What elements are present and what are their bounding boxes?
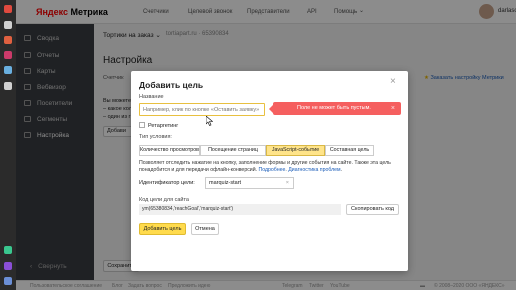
tab-page-visit[interactable]: Посещение страниц — [200, 145, 266, 156]
goal-name-input[interactable] — [139, 103, 265, 116]
browser-sidebar — [0, 0, 16, 290]
browser-app-icon[interactable] — [4, 36, 12, 44]
tab-javascript-event[interactable]: JavaScript-событие — [266, 145, 325, 156]
checkbox-icon — [139, 122, 145, 128]
add-goal-submit-button[interactable]: Добавить цель — [139, 223, 186, 235]
browser-app-icon[interactable] — [4, 277, 12, 285]
clear-icon[interactable]: × — [286, 178, 289, 188]
tooltip-arrow — [269, 105, 273, 113]
browser-app-icon[interactable] — [4, 82, 12, 90]
browser-app-icon[interactable] — [4, 246, 12, 254]
mouse-cursor-icon — [206, 116, 213, 126]
copy-code-button[interactable]: Скопировать код — [346, 204, 399, 215]
close-icon[interactable]: × — [390, 76, 396, 87]
browser-app-icon[interactable] — [4, 51, 12, 59]
browser-app-icon[interactable] — [4, 66, 12, 74]
cancel-button[interactable]: Отмена — [191, 223, 219, 235]
goal-code-label: Код цели для сайта — [139, 197, 189, 203]
browser-app-icon[interactable] — [4, 5, 12, 13]
more-link[interactable]: Подробнее — [258, 167, 285, 173]
goal-name-label: Название — [139, 94, 164, 100]
browser-app-icon[interactable] — [4, 262, 12, 270]
error-message: Поле не может быть пустым. — [297, 105, 371, 111]
error-tooltip: Поле не может быть пустым. × — [269, 102, 401, 115]
condition-type-label: Тип условия: — [139, 134, 172, 140]
close-icon[interactable]: × — [391, 102, 395, 115]
goal-code-field[interactable]: ym(65380834,'reachGoal','marquiz-start') — [139, 204, 341, 215]
diagnostics-link[interactable]: Диагностика проблем — [288, 167, 340, 173]
goal-id-input[interactable]: marquiz-start × — [205, 177, 294, 189]
browser-app-icon[interactable] — [4, 21, 12, 29]
dialog-title: Добавить цель — [139, 80, 204, 90]
description-text: Позволяет отследить нажатие на кнопку, з… — [139, 160, 391, 166]
goal-id-label: Идентификатор цели: — [139, 180, 195, 186]
tab-composite-goal[interactable]: Составная цель — [325, 145, 374, 156]
tab-page-views[interactable]: Количество просмотров — [139, 145, 200, 156]
description-text: понадобится и для передачи офлайн-конвер… — [139, 167, 343, 173]
retarget-checkbox[interactable]: Ретаргетинг — [139, 122, 178, 129]
add-goal-dialog: Добавить цель × Название Ретаргетинг Тип… — [131, 71, 408, 271]
